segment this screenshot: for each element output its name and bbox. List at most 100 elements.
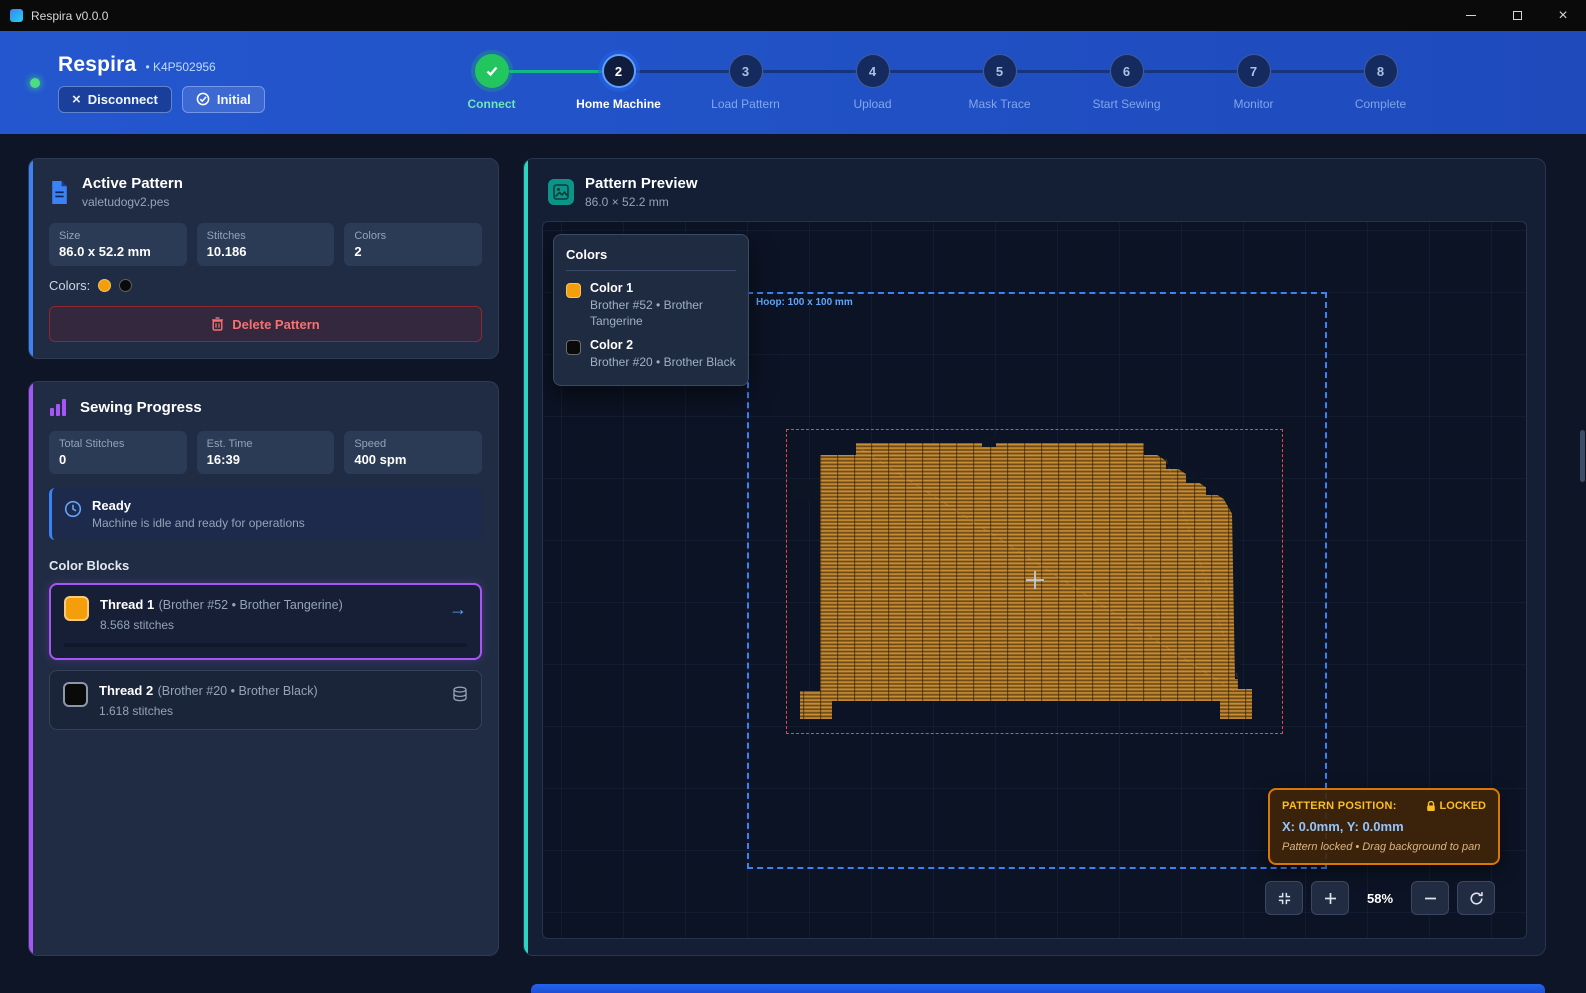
hoop-label: Hoop: 100 x 100 mm xyxy=(756,297,853,308)
locked-badge: LOCKED xyxy=(1426,800,1486,812)
step-circle-4: 4 xyxy=(856,54,890,88)
center-crosshair xyxy=(1026,571,1044,589)
preview-canvas[interactable]: Hoop: 100 x 100 mm xyxy=(542,221,1527,939)
step-home-machine[interactable]: 2 Home Machine xyxy=(555,54,682,111)
step-label: Upload xyxy=(853,97,891,111)
main-content: Active Pattern valetudogv2.pes Size 86.0… xyxy=(0,134,1586,993)
minimize-icon xyxy=(1466,15,1476,16)
lock-icon xyxy=(1426,801,1436,812)
zoom-controls: 58% xyxy=(1265,881,1495,915)
status-title: Ready xyxy=(92,498,305,513)
window-controls: × xyxy=(1448,0,1586,31)
preview-dimensions: 86.0 × 52.2 mm xyxy=(585,195,698,209)
step-mask-trace[interactable]: 5 Mask Trace xyxy=(936,54,1063,111)
black-thread-detail xyxy=(982,435,996,447)
step-label: Connect xyxy=(468,97,516,111)
reset-view-button[interactable] xyxy=(1457,881,1495,915)
step-circle-1 xyxy=(475,54,509,88)
legend-color-2: Color 2 Brother #20 • Brother Black xyxy=(566,338,736,370)
legend-desc-1: Brother #52 • Brother Tangerine xyxy=(590,297,736,329)
window-title: Respira v0.0.0 xyxy=(31,9,108,23)
active-pattern-title: Active Pattern xyxy=(82,175,183,192)
colors-legend-panel: Colors Color 1 Brother #52 • Brother Tan… xyxy=(553,234,749,386)
legend-color-1: Color 1 Brother #52 • Brother Tangerine xyxy=(566,281,736,329)
app-icon xyxy=(10,9,23,22)
step-label: Load Pattern xyxy=(711,97,780,111)
step-label: Monitor xyxy=(1233,97,1273,111)
thread-1-swatch xyxy=(64,596,89,621)
machine-serial: • K4P502956 xyxy=(145,60,215,74)
thread-block-2[interactable]: Thread 2 (Brother #20 • Brother Black) 1… xyxy=(49,670,482,730)
stat-value: 400 spm xyxy=(354,452,472,467)
clock-icon xyxy=(64,500,82,518)
pattern-position-title: PATTERN POSITION: xyxy=(1282,800,1397,812)
stat-value: 86.0 x 52.2 mm xyxy=(59,244,177,259)
stat-label: Colors xyxy=(354,230,472,242)
thread-1-name: Thread 1 xyxy=(100,597,154,612)
app-header: Respira • K4P502956 × Disconnect Initial… xyxy=(0,31,1586,134)
color-dot-black xyxy=(119,279,132,292)
stat-speed: Speed 400 spm xyxy=(344,431,482,474)
stat-size: Size 86.0 x 52.2 mm xyxy=(49,223,187,266)
window-scrollbar-thumb[interactable] xyxy=(1580,430,1585,482)
thread-2-desc: (Brother #20 • Brother Black) xyxy=(158,684,318,698)
thread-block-1[interactable]: Thread 1 (Brother #52 • Brother Tangerin… xyxy=(49,583,482,660)
step-label: Mask Trace xyxy=(968,97,1030,111)
stat-est-time: Est. Time 16:39 xyxy=(197,431,335,474)
colors-panel-title: Colors xyxy=(566,247,736,271)
stat-value: 2 xyxy=(354,244,472,259)
colors-label: Colors: xyxy=(49,278,90,293)
fit-view-icon xyxy=(1277,891,1292,906)
thread-2-swatch xyxy=(63,682,88,707)
close-button[interactable]: × xyxy=(1540,0,1586,31)
step-load-pattern[interactable]: 3 Load Pattern xyxy=(682,54,809,111)
step-monitor[interactable]: 7 Monitor xyxy=(1190,54,1317,111)
check-circle-icon xyxy=(196,92,210,106)
pattern-coordinates: X: 0.0mm, Y: 0.0mm xyxy=(1282,819,1486,834)
active-pattern-card: Active Pattern valetudogv2.pes Size 86.0… xyxy=(28,158,499,359)
step-connect[interactable]: Connect xyxy=(428,54,555,111)
step-circle-6: 6 xyxy=(1110,54,1144,88)
stat-label: Speed xyxy=(354,438,472,450)
stat-value: 10.186 xyxy=(207,244,325,259)
stat-colors: Colors 2 xyxy=(344,223,482,266)
step-upload[interactable]: 4 Upload xyxy=(809,54,936,111)
thread-1-desc: (Brother #52 • Brother Tangerine) xyxy=(159,598,343,612)
legend-swatch-2 xyxy=(566,340,581,355)
step-circle-7: 7 xyxy=(1237,54,1271,88)
zoom-in-button[interactable] xyxy=(1311,881,1349,915)
sewing-progress-title: Sewing Progress xyxy=(80,399,202,416)
check-icon xyxy=(484,63,500,79)
x-icon: × xyxy=(72,92,81,107)
stat-value: 16:39 xyxy=(207,452,325,467)
disconnect-button[interactable]: × Disconnect xyxy=(58,86,172,113)
stat-label: Size xyxy=(59,230,177,242)
delete-pattern-button[interactable]: Delete Pattern xyxy=(49,306,482,342)
maximize-button[interactable] xyxy=(1494,0,1540,31)
bar-chart-icon xyxy=(49,398,68,417)
plus-icon xyxy=(1324,892,1337,905)
delete-pattern-label: Delete Pattern xyxy=(232,317,319,332)
close-icon: × xyxy=(1558,8,1567,24)
step-start-sewing[interactable]: 6 Start Sewing xyxy=(1063,54,1190,111)
trash-icon xyxy=(211,317,224,331)
stat-total-stitches: Total Stitches 0 xyxy=(49,431,187,474)
stat-label: Stitches xyxy=(207,230,325,242)
fit-view-button[interactable] xyxy=(1265,881,1303,915)
connection-status-dot xyxy=(30,78,40,88)
stat-label: Est. Time xyxy=(207,438,325,450)
step-circle-3: 3 xyxy=(729,54,763,88)
stat-stitches: Stitches 10.186 xyxy=(197,223,335,266)
step-circle-5: 5 xyxy=(983,54,1017,88)
pattern-filename: valetudogv2.pes xyxy=(82,195,183,209)
app-name: Respira xyxy=(58,53,136,77)
zoom-out-button[interactable] xyxy=(1411,881,1449,915)
minimize-button[interactable] xyxy=(1448,0,1494,31)
step-complete[interactable]: 8 Complete xyxy=(1317,54,1444,111)
active-thread-arrow-icon: → xyxy=(449,600,467,618)
thread-1-stitches: 8.568 stitches xyxy=(100,618,438,632)
preview-title: Pattern Preview xyxy=(585,175,698,192)
initial-button[interactable]: Initial xyxy=(182,86,265,113)
sewing-progress-card: Sewing Progress Total Stitches 0 Est. Ti… xyxy=(28,381,499,956)
legend-desc-2: Brother #20 • Brother Black xyxy=(590,354,736,370)
